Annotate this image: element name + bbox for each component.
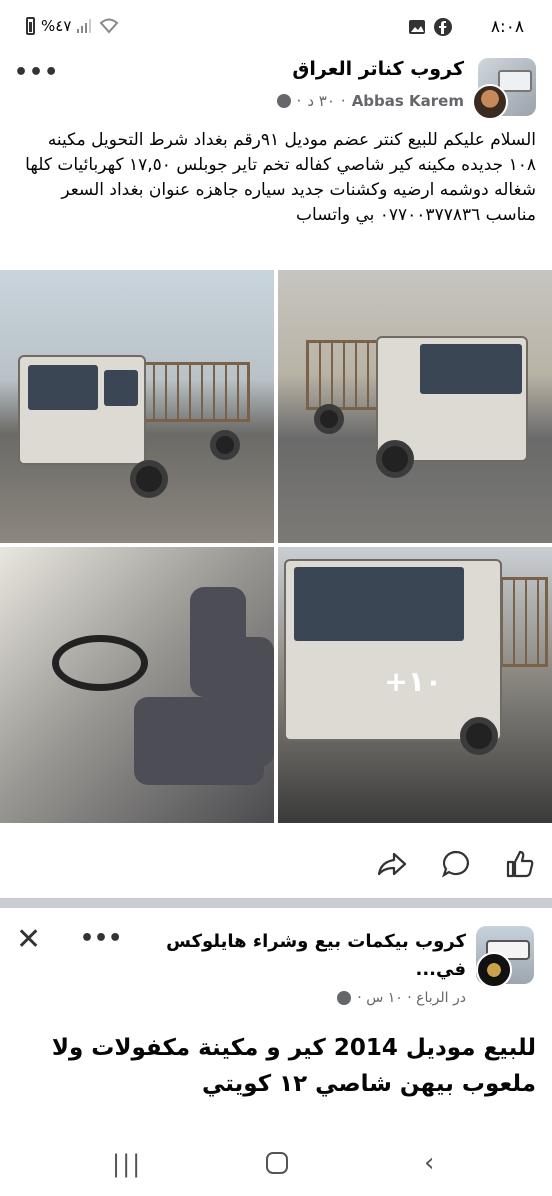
- user-avatar[interactable]: [476, 952, 512, 988]
- clock: ٨:٠٨: [490, 17, 524, 37]
- photo-grid: +١٠: [0, 270, 552, 823]
- battery-percent: %٤٧: [41, 17, 72, 35]
- photo-truck-front[interactable]: +١٠: [278, 547, 552, 823]
- back-button[interactable]: ‹: [424, 1148, 434, 1178]
- group-name[interactable]: كروب بيكمات بيع وشراء هايلوكس في...: [166, 928, 466, 984]
- dot-separator: ·: [340, 92, 346, 110]
- photo-truck-interior[interactable]: [0, 547, 274, 823]
- comment-icon: [442, 850, 469, 878]
- recents-button[interactable]: |||: [112, 1150, 142, 1178]
- more-options-button[interactable]: •••: [14, 60, 59, 85]
- author-name[interactable]: Abbas Karem: [352, 92, 464, 110]
- system-nav-bar: ||| ‹: [0, 1132, 552, 1196]
- feed-separator: [0, 898, 552, 908]
- share-icon: [377, 852, 407, 876]
- gallery-icon: [409, 20, 425, 34]
- post-time: ٣٠ د: [307, 92, 335, 110]
- comment-button[interactable]: [440, 848, 472, 880]
- post-actions: [0, 836, 552, 896]
- signal-icon: [77, 19, 92, 33]
- facebook-icon: [434, 18, 452, 36]
- like-button[interactable]: [504, 848, 536, 880]
- user-avatar[interactable]: [472, 84, 508, 120]
- photo-truck-front-left[interactable]: [0, 270, 274, 543]
- wifi-icon: [99, 18, 119, 34]
- photo-truck-front-right[interactable]: [278, 270, 552, 543]
- post-header: كروب كناتر العراق Abbas Karem · ٣٠ د · •…: [0, 52, 552, 124]
- dot-separator: ·: [296, 92, 302, 110]
- share-button[interactable]: [376, 848, 408, 880]
- more-photos-count[interactable]: +١٠: [384, 665, 442, 698]
- post-text: السلام عليكم للبيع كنتر عضم موديل ٩١رقم …: [25, 130, 536, 225]
- post-meta: در الرباع · ١٠ س ·: [337, 990, 466, 1006]
- like-icon: [506, 850, 534, 878]
- close-icon[interactable]: ✕: [16, 922, 41, 957]
- post-meta-text: در الرباع · ١٠ س ·: [357, 990, 466, 1006]
- group-name[interactable]: كروب كناتر العراق: [292, 58, 464, 80]
- post-text: للبيع موديل 2014 كير و مكينة مكفولات ولا…: [51, 1035, 536, 1097]
- status-bar: %٤٧ ٨:٠٨: [0, 0, 552, 52]
- battery-icon: [26, 17, 35, 35]
- home-button[interactable]: [266, 1152, 288, 1174]
- more-options-button[interactable]: •••: [80, 926, 122, 951]
- post2-header: كروب بيكمات بيع وشراء هايلوكس في... در ا…: [0, 910, 552, 1020]
- globe-icon: [276, 94, 291, 108]
- globe-icon: [337, 991, 352, 1005]
- author-line: Abbas Karem · ٣٠ د ·: [276, 92, 464, 110]
